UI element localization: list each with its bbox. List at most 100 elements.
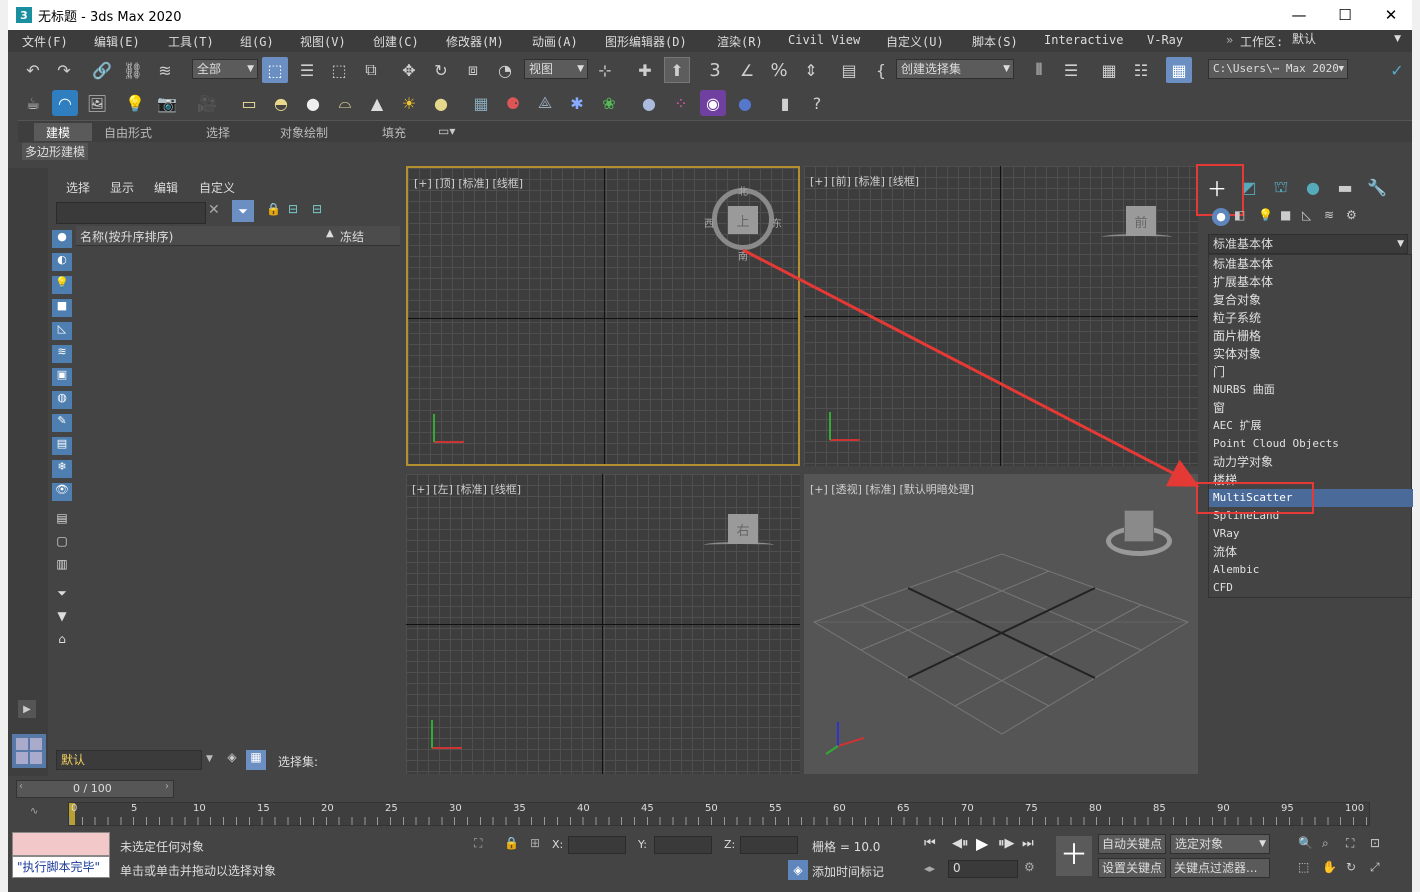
menu-tools[interactable]: 工具(T) (168, 33, 214, 50)
move-icon[interactable]: ✥ (396, 57, 422, 83)
camera-filter-icon[interactable]: ■ (52, 299, 72, 317)
display-tab-icon[interactable]: ▬ (1332, 174, 1358, 200)
column-name-header[interactable]: 名称(按升序排序) (80, 228, 173, 245)
hierarchy-collapse-icon[interactable]: ⊟ (312, 202, 322, 216)
filter-funnel-icon[interactable]: ▼ (54, 609, 70, 625)
timeline-track[interactable]: 0 5 10 15 20 25 30 35 40 45 50 55 60 65 … (68, 802, 1370, 826)
viewport-layout-icon[interactable] (12, 734, 46, 768)
layer-explorer-icon[interactable]: ☷ (1128, 57, 1154, 83)
dropdown-item-cfd[interactable]: CFD (1213, 579, 1233, 597)
go-to-start-icon[interactable]: ⏮ (924, 836, 936, 851)
dropdown-item-fluids[interactable]: 流体 (1213, 543, 1237, 561)
y-coordinate-field[interactable] (654, 836, 712, 854)
dropdown-item-windows[interactable]: 窗 (1213, 399, 1225, 417)
dome-light-icon[interactable]: ◓ (268, 90, 294, 116)
menu-rendering[interactable]: 渲染(R) (717, 33, 763, 50)
time-tag-icon[interactable]: ◈ (788, 860, 808, 880)
object-category-select[interactable]: 标准基本体 ▼ (1208, 234, 1408, 254)
ribbon-tab-selection[interactable]: 选择 (206, 124, 230, 141)
menu-group[interactable]: 组(G) (240, 33, 274, 50)
ribbon-tab-populate[interactable]: 填充 (382, 124, 406, 141)
camera-outline-icon[interactable]: ⌂ (54, 632, 70, 648)
spacewarp-filter-icon[interactable]: ≋ (52, 345, 72, 363)
dropdown-item-doors[interactable]: 门 (1213, 363, 1225, 381)
zoom-all-icon[interactable]: ⌕ (1322, 836, 1329, 851)
layers-icon[interactable]: ◈ (222, 750, 242, 770)
hierarchy-icon[interactable]: ⊟ (288, 202, 298, 216)
vray-proxy-icon[interactable]: ▦ (468, 90, 494, 116)
menu-edit[interactable]: 编辑(E) (94, 33, 140, 50)
material-sphere-icon[interactable]: ● (636, 90, 662, 116)
redo-icon[interactable]: ↷ (51, 57, 77, 83)
minimize-button[interactable]: — (1276, 0, 1322, 30)
helper-filter-icon[interactable]: ◺ (52, 322, 72, 340)
shapes-category-icon[interactable]: ◧ (1234, 208, 1245, 222)
scene-search-input[interactable] (56, 202, 206, 224)
scale-icon[interactable]: ⧈ (460, 57, 486, 83)
xref-filter-icon[interactable]: ◍ (52, 391, 72, 409)
curve-editor-icon[interactable]: ∿ (30, 806, 38, 817)
polygon-modeling-label[interactable]: 多边形建模 (22, 143, 89, 160)
help-icon[interactable]: ? (804, 90, 830, 116)
filter-toggle-icon[interactable]: ⏷ (54, 586, 70, 602)
dropdown-item-alembic[interactable]: Alembic (1213, 561, 1259, 579)
dropdown-item-particle-systems[interactable]: 粒子系统 (1213, 309, 1261, 327)
workspace-chevron[interactable]: » (1226, 33, 1233, 47)
expand-arrow-icon[interactable]: ▶ (18, 700, 36, 718)
viewport-left[interactable]: [+] [左] [标准] [线框] 右 (406, 474, 800, 774)
mirror-icon[interactable]: ⫴ (1026, 57, 1052, 83)
invert-display-icon[interactable]: ▥ (54, 557, 70, 573)
layer-select[interactable]: 默认 (56, 750, 202, 770)
keyboard-shortcut-override-icon[interactable]: ⬆ (664, 57, 690, 83)
key-mode-icon[interactable]: ◂▸ (924, 862, 935, 875)
project-path-select[interactable]: C:\Users\⋯ Max 2020 ▼ (1208, 59, 1348, 79)
menu-scripting[interactable]: 脚本(S) (972, 33, 1018, 50)
dropdown-item-standard-primitives[interactable]: 标准基本体 (1213, 255, 1273, 273)
percent-snap-icon[interactable]: % (766, 57, 792, 83)
maximize-button[interactable]: ☐ (1322, 0, 1368, 30)
convert-scene-icon[interactable]: ▮ (772, 90, 798, 116)
menu-vray[interactable]: V-Ray (1147, 33, 1183, 47)
column-frozen-header[interactable]: 冻结 (340, 228, 364, 245)
undo-icon[interactable]: ↶ (20, 57, 46, 83)
menu-create[interactable]: 创建(C) (373, 33, 419, 50)
snaps-toggle-icon[interactable]: 3 (702, 57, 728, 83)
previous-frame-icon[interactable]: ◀⏸ (952, 836, 969, 851)
zoom-extents-all-icon[interactable]: ⊡ (1370, 836, 1380, 850)
geometry-category-icon[interactable]: ● (1212, 208, 1230, 226)
x-coordinate-field[interactable] (568, 836, 626, 854)
menu-modifiers[interactable]: 修改器(M) (446, 33, 504, 50)
lock-icon[interactable]: 🔒 (266, 202, 281, 216)
group-filter-icon[interactable]: ▣ (52, 368, 72, 386)
vray-clipper-icon[interactable]: ❀ (596, 90, 622, 116)
scene-menu-display[interactable]: 显示 (110, 179, 134, 196)
camera-icon[interactable]: 📷 (154, 90, 180, 116)
named-selection-icon[interactable]: { (868, 57, 894, 83)
select-object-icon[interactable]: ⬚ (262, 57, 288, 83)
viewcube-left[interactable]: 右 (728, 514, 758, 544)
hidden-filter-icon[interactable]: 👁 (52, 483, 72, 501)
rotate-icon[interactable]: ↻ (428, 57, 454, 83)
play-icon[interactable]: ▶ (976, 834, 988, 853)
container-filter-icon[interactable]: ▤ (52, 437, 72, 455)
dropdown-item-patch-grids[interactable]: 面片栅格 (1213, 327, 1261, 345)
orbit-icon[interactable]: ↻ (1346, 860, 1356, 874)
chevron-right-icon[interactable]: › (165, 781, 169, 792)
utilities-tab-icon[interactable]: 🔧 (1364, 174, 1390, 200)
display-all-icon[interactable]: ▤ (54, 511, 70, 527)
scene-explorer-toggle-icon[interactable]: ▦ (1096, 57, 1122, 83)
chevron-left-icon[interactable]: ‹ (19, 781, 23, 792)
maxscript-result[interactable]: "执行脚本完毕" (12, 856, 110, 878)
hierarchy-view-icon[interactable]: ▦ (246, 750, 266, 770)
time-slider[interactable]: ‹ 0 / 100 › (16, 780, 174, 798)
vray-sphere-fade-icon[interactable]: ✱ (564, 90, 590, 116)
selection-filter-select[interactable]: 全部 ▼ (192, 59, 258, 79)
helpers-category-icon[interactable]: ◺ (1302, 208, 1311, 222)
dropdown-item-body-objects[interactable]: 实体对象 (1213, 345, 1261, 363)
go-to-end-icon[interactable]: ⏭ (1022, 836, 1034, 851)
viewport-label-top[interactable]: [+] [顶] [标准] [线框] (414, 175, 523, 191)
spacewarps-category-icon[interactable]: ≋ (1324, 208, 1334, 222)
teapot-icon[interactable]: ☕ (20, 90, 46, 116)
align-icon[interactable]: ☰ (1058, 57, 1084, 83)
viewcube-perspective[interactable] (1124, 510, 1154, 542)
